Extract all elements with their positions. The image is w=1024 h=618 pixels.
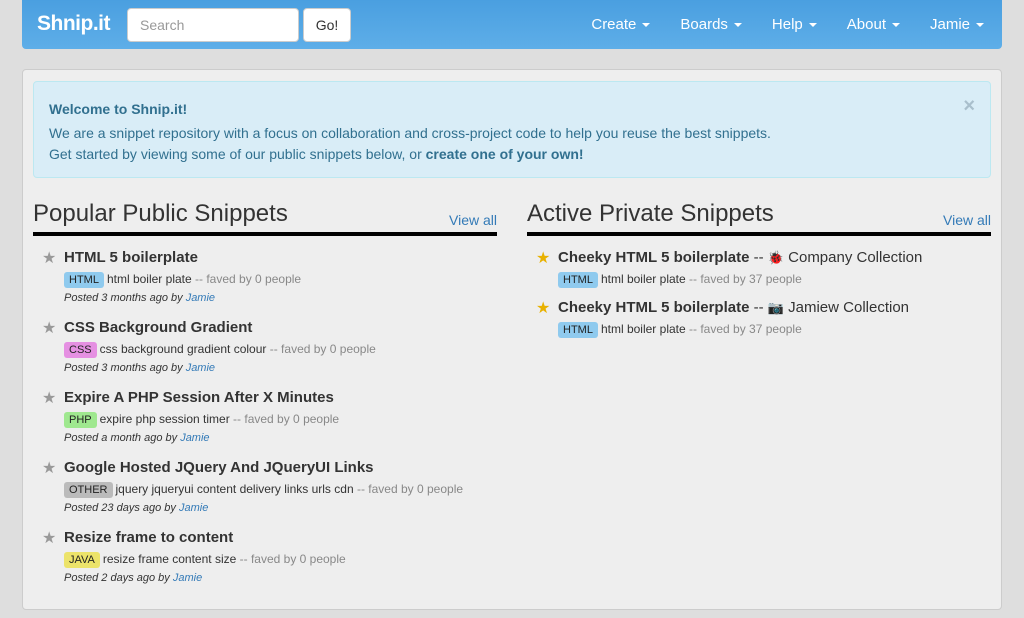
menu-create[interactable]: Create — [591, 16, 651, 33]
author-link[interactable]: Jamie — [179, 502, 208, 514]
snippet-item: ★ Google Hosted JQuery And JQueryUI Link… — [33, 458, 497, 528]
language-label: PHP — [64, 412, 97, 428]
language-label: HTML — [558, 272, 598, 288]
menu-label: Jamie — [929, 16, 970, 33]
star-icon[interactable]: ★ — [42, 248, 56, 268]
caret-down-icon — [891, 23, 900, 28]
language-label: CSS — [64, 342, 97, 358]
language-label: JAVA — [64, 552, 100, 568]
fave-count: -- faved by 0 people — [195, 272, 302, 286]
posted-text: Posted 23 days ago by — [64, 502, 179, 514]
menu-help[interactable]: Help — [772, 16, 817, 33]
snippet-desc: html boiler plate — [106, 272, 192, 286]
snippet-desc: resize frame content size — [102, 552, 237, 566]
camera-icon: 📷 — [767, 300, 784, 315]
language-label: OTHER — [64, 482, 113, 498]
alert-title: Welcome to Shnip.it! — [49, 101, 188, 117]
snippet-desc: html boiler plate — [600, 272, 686, 286]
language-label: HTML — [558, 322, 598, 338]
snippet-item: ★ Resize frame to content JAVA resize fra… — [33, 528, 497, 598]
language-label: HTML — [64, 272, 104, 288]
star-icon[interactable]: ★ — [42, 318, 56, 338]
fave-count: -- faved by 37 people — [689, 322, 802, 336]
star-icon[interactable]: ★ — [42, 458, 56, 478]
welcome-alert: × Welcome to Shnip.it! We are a snippet … — [33, 81, 991, 178]
section-heading: Popular Public Snippets — [33, 198, 497, 236]
author-link[interactable]: Jamie — [180, 432, 209, 444]
private-snippets: Active Private Snippets View all ★ Cheek… — [527, 198, 991, 348]
snippet-desc: css background gradient colour — [99, 342, 267, 356]
star-icon[interactable]: ★ — [536, 298, 550, 318]
separator: -- — [749, 249, 768, 266]
menu-boards[interactable]: Boards — [680, 16, 742, 33]
snippet-item: ★ HTML 5 boilerplate HTML html boiler pla… — [33, 248, 497, 318]
menu-user[interactable]: Jamie — [930, 16, 984, 33]
nav-menu: Create Boards Help About Jamie — [561, 0, 984, 49]
star-icon[interactable]: ★ — [42, 388, 56, 408]
main-panel: × Welcome to Shnip.it! We are a snippet … — [22, 69, 1002, 610]
posted-text: Posted 2 days ago by — [64, 572, 173, 584]
alert-line-1: We are a snippet repository with a focus… — [49, 125, 771, 141]
snippet-desc: html boiler plate — [600, 322, 686, 336]
snippet-title[interactable]: Google Hosted JQuery And JQueryUI Links — [64, 458, 497, 478]
navbar: Shnip.it Go! Create Boards Help About Ja… — [22, 0, 1002, 49]
separator: -- — [749, 299, 768, 316]
menu-label: Boards — [680, 16, 728, 33]
snippet-title[interactable]: HTML 5 boilerplate — [64, 248, 497, 268]
snippet-desc: expire php session timer — [99, 412, 230, 426]
create-link[interactable]: create one of your own! — [426, 146, 584, 162]
fave-count: -- faved by 37 people — [689, 272, 802, 286]
snippet-title[interactable]: CSS Background Gradient — [64, 318, 497, 338]
snippet-title[interactable]: Expire A PHP Session After X Minutes — [64, 388, 497, 408]
snippet-desc: jquery jqueryui content delivery links u… — [115, 482, 354, 496]
posted-text: Posted a month ago by — [64, 432, 181, 444]
collection-name[interactable]: Company Collection — [788, 249, 922, 266]
caret-down-icon — [976, 23, 984, 28]
snippet-item: ★ Expire A PHP Session After X Minutes P… — [33, 388, 497, 458]
caret-down-icon — [733, 23, 742, 28]
fave-count: -- faved by 0 people — [233, 412, 340, 426]
fave-count: -- faved by 0 people — [269, 342, 376, 356]
collection-name[interactable]: Jamiew Collection — [788, 299, 909, 316]
view-all-link[interactable]: View all — [449, 212, 497, 228]
menu-label: About — [846, 16, 886, 33]
brand-logo[interactable]: Shnip.it — [37, 12, 111, 36]
snippet-item: ★ Cheeky HTML 5 boilerplate -- 🐞 Company… — [527, 248, 991, 298]
section-heading: Active Private Snippets — [527, 198, 991, 236]
author-link[interactable]: Jamie — [186, 292, 215, 304]
menu-label: Help — [771, 16, 803, 33]
close-icon[interactable]: × — [963, 96, 975, 117]
author-link[interactable]: Jamie — [186, 362, 215, 374]
alert-line-2: Get started by viewing some of our publi… — [49, 144, 975, 165]
alert-text: Get started by viewing some of our publi… — [49, 146, 426, 162]
snippet-item: ★ CSS Background Gradient CSS css backgro… — [33, 318, 497, 388]
snippet-title[interactable]: Cheeky HTML 5 boilerplate — [558, 249, 749, 266]
search-input[interactable] — [127, 8, 299, 42]
fave-count: -- faved by 0 people — [239, 552, 346, 566]
bug-icon: 🐞 — [767, 250, 784, 265]
star-icon[interactable]: ★ — [536, 248, 550, 268]
menu-label: Create — [591, 16, 637, 33]
snippet-title[interactable]: Resize frame to content — [64, 528, 497, 548]
posted-text: Posted 3 months ago by — [64, 362, 186, 374]
snippet-title[interactable]: Cheeky HTML 5 boilerplate — [558, 299, 749, 316]
star-icon[interactable]: ★ — [42, 528, 56, 548]
caret-down-icon — [808, 23, 817, 28]
author-link[interactable]: Jamie — [173, 572, 202, 584]
caret-down-icon — [642, 23, 651, 28]
posted-text: Posted 3 months ago by — [64, 292, 186, 304]
fave-count: -- faved by 0 people — [356, 482, 464, 496]
popular-snippets: Popular Public Snippets View all ★ HTML … — [33, 198, 497, 598]
menu-about[interactable]: About — [847, 16, 900, 33]
snippet-item: ★ Cheeky HTML 5 boilerplate -- 📷 Jamiew … — [527, 298, 991, 348]
search-go-button[interactable]: Go! — [303, 8, 351, 42]
view-all-link[interactable]: View all — [943, 212, 991, 228]
